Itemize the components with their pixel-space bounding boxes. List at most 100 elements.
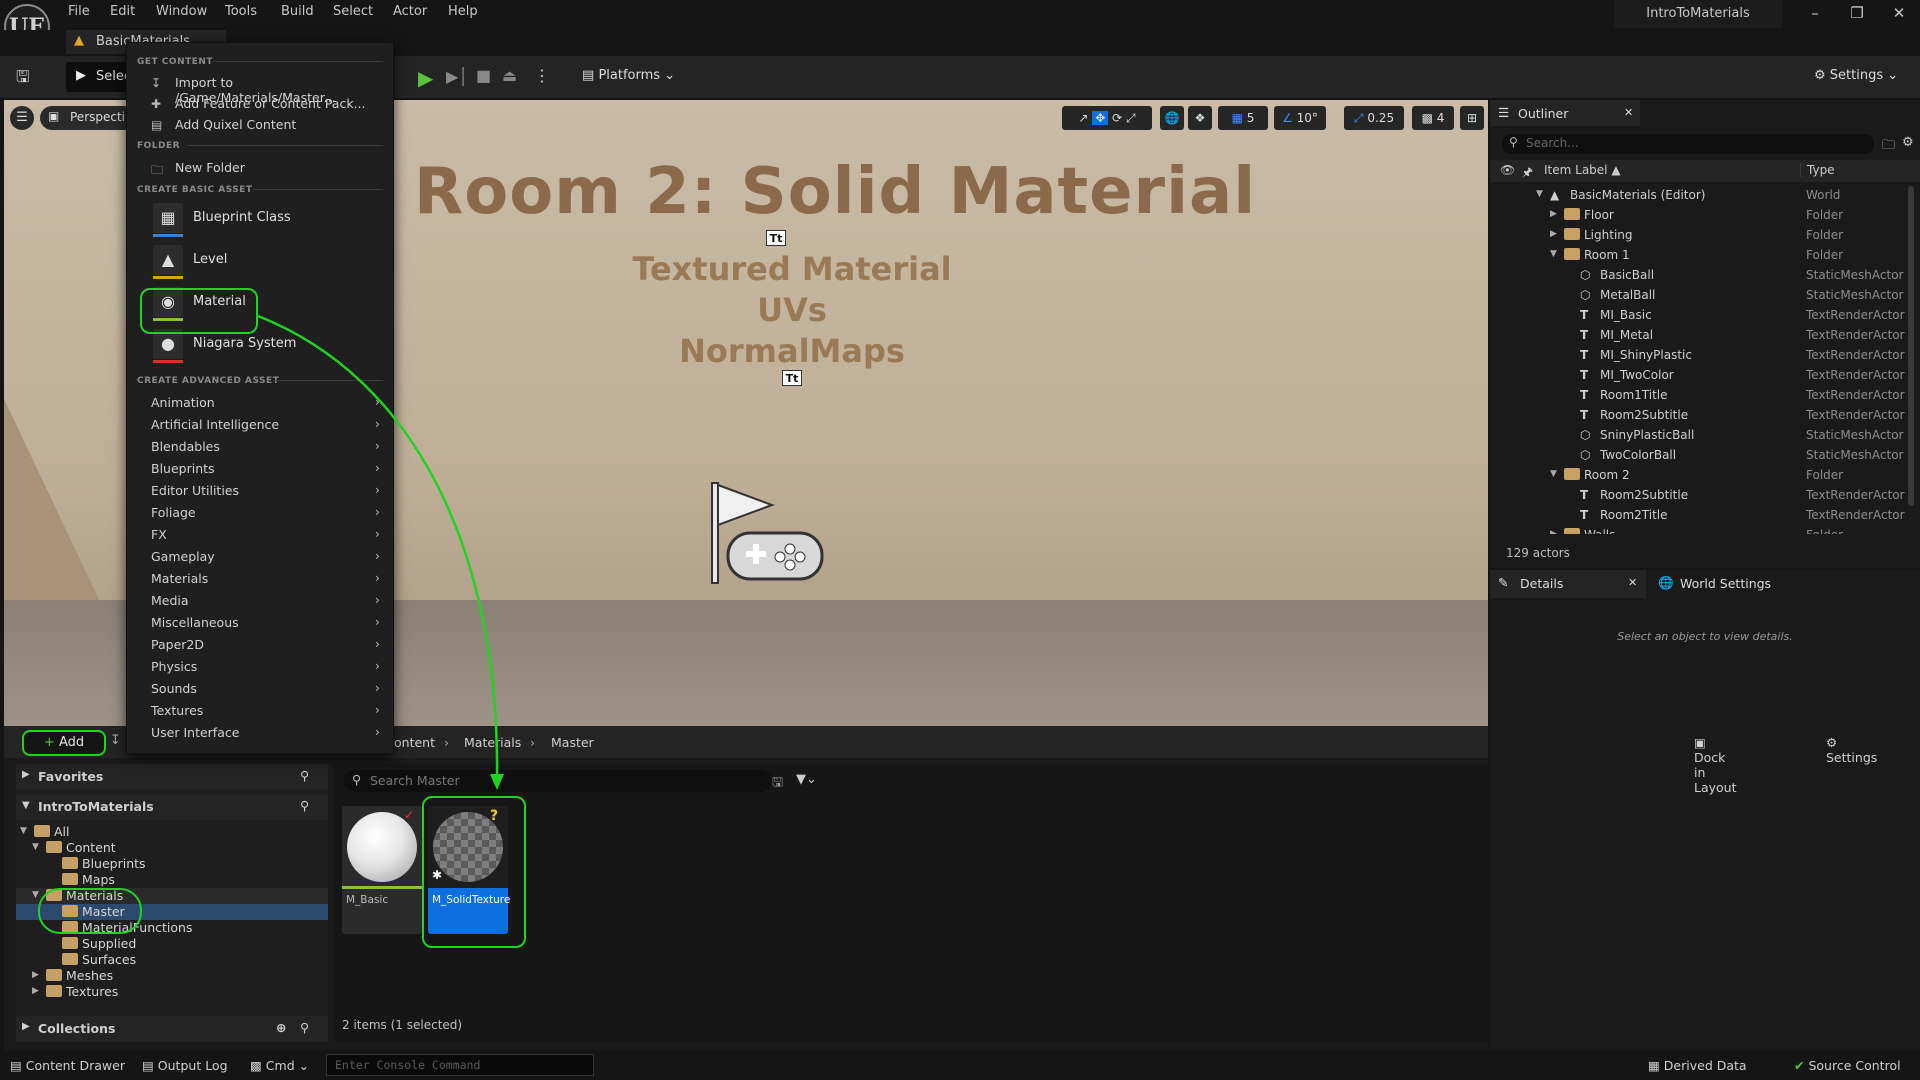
filter-icon[interactable]: ▼⌄ [796, 772, 817, 787]
gear-icon[interactable]: ⚙ [1902, 135, 1914, 150]
outliner-row[interactable]: T Room1Title TextRenderActor [1490, 386, 1908, 406]
restore-button[interactable]: ❐ [1842, 4, 1872, 26]
menu-advanced-item[interactable]: Paper2D [151, 637, 204, 652]
toolbar-settings-button[interactable]: ⚙ Settings ⌄ [1814, 68, 1898, 83]
outliner-row[interactable]: ▼ Room 2 Folder [1490, 466, 1908, 486]
asset-tile-m-basic[interactable]: ✓ M_Basic [342, 806, 422, 934]
folder-tree-item[interactable]: Surfaces [16, 952, 328, 968]
menu-advanced-item[interactable]: FX [151, 527, 167, 542]
outliner-tab[interactable]: ☰ Outliner ✕ [1490, 100, 1640, 126]
move-tool-icon[interactable]: ✥ [1092, 111, 1109, 125]
outliner-row[interactable]: ▼ Room 1 Folder [1490, 246, 1908, 266]
output-log-button[interactable]: ▤ Output Log [142, 1058, 228, 1073]
menu-advanced-item[interactable]: Blendables [151, 439, 220, 454]
menu-add-feature[interactable]: Add Feature or Content Pack... [175, 96, 366, 111]
rotate-tool-icon[interactable]: ⟳ [1112, 111, 1122, 125]
chevron-down-icon[interactable]: ▼ [32, 842, 39, 852]
minimize-button[interactable]: – [1800, 4, 1830, 26]
folder-tree-item[interactable]: Maps [16, 872, 328, 888]
search-icon[interactable]: ⚲ [300, 1020, 309, 1035]
collections-header[interactable]: ▶ Collections ⊕ ⚲ [16, 1016, 328, 1042]
source-control-button[interactable]: ✔ Source Control [1794, 1058, 1901, 1073]
outliner-search-input[interactable]: ⚲ Search... [1502, 134, 1874, 154]
scale-tool-icon[interactable]: ⤢ [1126, 111, 1136, 125]
content-drawer-button[interactable]: ▤ Content Drawer [10, 1058, 125, 1073]
outliner-row[interactable]: T MI_TwoColor TextRenderActor [1490, 366, 1908, 386]
outliner-row[interactable]: ⬡ TwoColorBall StaticMeshActor [1490, 446, 1908, 466]
chevron-down-icon[interactable]: ▼ [32, 890, 39, 900]
menu-advanced-item[interactable]: User Interface [151, 725, 239, 740]
subtitle-line-3[interactable]: NormalMaps [592, 332, 992, 370]
viewport-menu-button[interactable]: ☰ [10, 106, 34, 130]
chevron-right-icon[interactable]: ▶ [32, 986, 39, 996]
folder-tree-item[interactable]: ▼ All [16, 824, 328, 840]
outliner-row[interactable]: T Room2Title TextRenderActor [1490, 506, 1908, 526]
menu-advanced-item[interactable]: Materials [151, 571, 208, 586]
outliner-row[interactable]: ⬡ MetalBall StaticMeshActor [1490, 286, 1908, 306]
add-button[interactable]: + Add [22, 730, 106, 756]
surface-snap-icon[interactable]: ❖ [1188, 106, 1212, 130]
play-button[interactable]: ▶ [418, 66, 433, 90]
breadcrumb-materials[interactable]: Materials [464, 735, 521, 750]
world-settings-tab[interactable]: 🌐 World Settings [1650, 570, 1820, 598]
menu-tools[interactable]: Tools [225, 4, 257, 19]
outliner-row[interactable]: ⬡ SninyPlasticBall StaticMeshActor [1490, 426, 1908, 446]
folder-tree-item[interactable]: ▼ Content [16, 840, 328, 856]
outliner-row[interactable]: T MI_Metal TextRenderActor [1490, 326, 1908, 346]
transform-tools[interactable]: ↗ ✥ ⟳ ⤢ [1062, 106, 1152, 130]
outliner-row[interactable]: ⬡ BasicBall StaticMeshActor [1490, 266, 1908, 286]
menu-advanced-item[interactable]: Sounds [151, 681, 197, 696]
folder-tree-item[interactable]: ▶ Textures [16, 984, 328, 1000]
outliner-row[interactable]: T Room2Subtitle TextRenderActor [1490, 406, 1908, 426]
menu-edit[interactable]: Edit [110, 4, 135, 19]
column-item-label[interactable]: Item Label ▲ [1544, 163, 1621, 177]
menu-advanced-item[interactable]: Animation [151, 395, 215, 410]
chevron-down-icon[interactable]: ▼ [1550, 469, 1557, 479]
pin-icon[interactable]: 🖈 [1522, 163, 1533, 184]
cb-settings-button[interactable]: ⚙ Settings [1826, 735, 1877, 765]
select-tool-icon[interactable]: ↗ [1078, 111, 1088, 125]
folder-tree-item[interactable]: Supplied [16, 936, 328, 952]
menu-advanced-item[interactable]: Physics [151, 659, 197, 674]
save-search-icon[interactable]: 🖫 [772, 773, 783, 795]
breadcrumb-master[interactable]: Master [551, 735, 594, 750]
dock-in-layout-button[interactable]: ▣ Dock in Layout [1694, 735, 1737, 795]
rotation-snap-button[interactable]: ∠ 10° [1274, 106, 1326, 130]
advance-frame-icon[interactable]: ▶│ [446, 67, 468, 86]
import-icon[interactable]: ↧ [110, 733, 121, 748]
outliner-row[interactable]: ▶ Floor Folder [1490, 206, 1908, 226]
menu-new-folder[interactable]: New Folder [175, 160, 245, 175]
column-type[interactable]: Type [1800, 163, 1835, 177]
asset-search-input[interactable]: ⚲ Search Master [344, 770, 772, 792]
close-icon[interactable]: ✕ [1628, 576, 1637, 589]
eject-icon[interactable]: ⏏ [502, 66, 517, 85]
outliner-row[interactable]: T Room2Subtitle TextRenderActor [1490, 486, 1908, 506]
chevron-down-icon[interactable]: ▼ [1536, 189, 1543, 199]
grid-snap-button[interactable]: ▦ 5 [1218, 106, 1268, 130]
menu-actor[interactable]: Actor [393, 4, 427, 19]
chevron-right-icon[interactable]: ▶ [32, 970, 39, 980]
text-render-icon[interactable]: Tt [766, 230, 786, 246]
menu-advanced-item[interactable]: Foliage [151, 505, 196, 520]
menu-advanced-item[interactable]: Artificial Intelligence [151, 417, 279, 432]
outliner-row[interactable]: ▶ Lighting Folder [1490, 226, 1908, 246]
room-title-text[interactable]: Room 2: Solid Material [414, 155, 1256, 229]
cmd-button[interactable]: ▩ Cmd ⌄ [250, 1058, 309, 1073]
add-folder-icon[interactable]: 🗀 [1882, 136, 1895, 158]
menu-create-blueprint-class[interactable]: Blueprint Class [193, 210, 291, 225]
outliner-row[interactable]: ▼ ▲ BasicMaterials (Editor) World [1490, 186, 1908, 206]
menu-advanced-item[interactable]: Miscellaneous [151, 615, 239, 630]
breadcrumb-content[interactable]: ontent [394, 735, 435, 750]
world-space-icon[interactable]: 🌐 [1160, 106, 1184, 130]
details-tab[interactable]: ✎ Details ✕ [1490, 570, 1646, 598]
menu-advanced-item[interactable]: Editor Utilities [151, 483, 239, 498]
menu-advanced-item[interactable]: Media [151, 593, 189, 608]
layout-icon[interactable]: ⊞ [1460, 106, 1484, 130]
menu-add-quixel[interactable]: Add Quixel Content [175, 117, 296, 132]
outliner-row[interactable]: ▶ Walls Folder [1490, 526, 1908, 534]
menu-create-level[interactable]: Level [193, 252, 227, 267]
platforms-button[interactable]: ▤ Platforms ⌄ [582, 68, 675, 83]
chevron-down-icon[interactable]: ▼ [20, 826, 27, 836]
chevron-right-icon[interactable]: ▶ [1550, 209, 1557, 219]
folder-tree-item[interactable]: ▶ Meshes [16, 968, 328, 984]
